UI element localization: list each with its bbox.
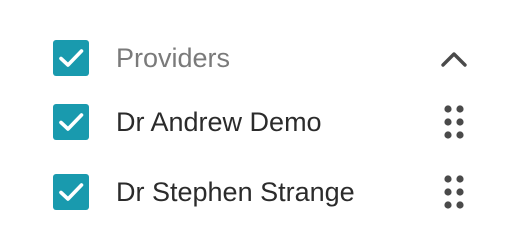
providers-group-label: Providers — [116, 43, 231, 73]
drag-handle-icon[interactable] — [440, 173, 468, 211]
drag-handle-icon[interactable] — [440, 103, 468, 141]
chevron-up-icon[interactable] — [440, 49, 468, 69]
provider-name: Dr Andrew Demo — [116, 107, 322, 137]
checkbox-checked-icon — [53, 104, 89, 140]
list-item: Dr Stephen Strange — [0, 172, 509, 212]
provider-checkbox[interactable] — [53, 174, 89, 210]
provider-checkbox[interactable] — [53, 104, 89, 140]
checkbox-checked-icon — [53, 40, 89, 76]
providers-group-header: Providers — [0, 38, 509, 78]
checkbox-checked-icon — [53, 174, 89, 210]
providers-group-checkbox[interactable] — [53, 40, 89, 76]
provider-name: Dr Stephen Strange — [116, 177, 355, 207]
list-item: Dr Andrew Demo — [0, 102, 509, 142]
